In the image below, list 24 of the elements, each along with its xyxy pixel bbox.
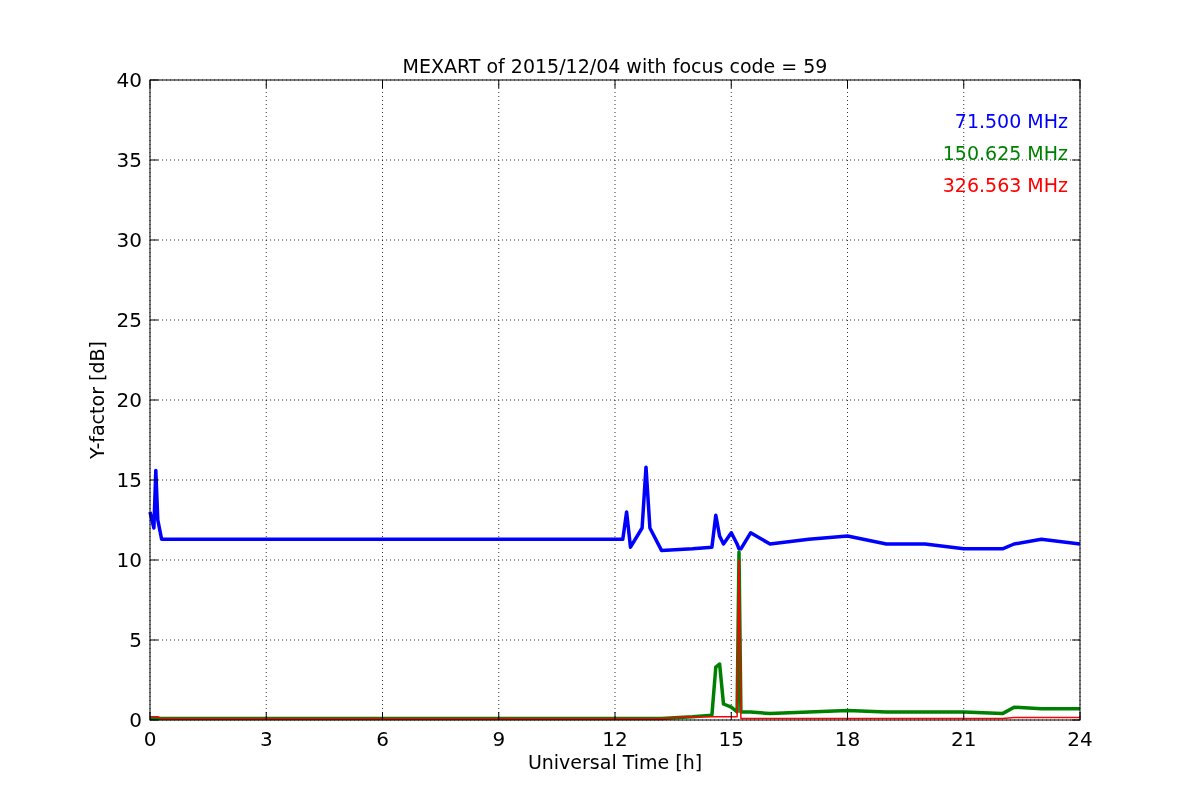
tick-label: 15 [116,468,142,492]
tick-label: 5 [129,628,142,652]
tick-label: 20 [116,388,142,412]
tick-label: 0 [129,708,142,732]
tick-label: 24 [1067,727,1093,751]
chart-title: MEXART of 2015/12/04 with focus code = 59 [402,55,828,77]
tick-label: 40 [116,68,142,92]
legend-label: 150.625 MHz [942,142,1068,164]
tick-label: 10 [116,548,142,572]
axis-label: Y-factor [dB] [86,341,108,459]
legend-label: 326.563 MHz [942,174,1068,196]
axis-label: Universal Time [h] [527,751,703,773]
legend-label: 71.500 MHz [954,110,1068,132]
tick-label: 3 [259,727,273,751]
tick-label: 35 [116,148,142,172]
tick-label: 30 [116,228,142,252]
tick-label: 21 [951,727,977,751]
tick-label: 9 [492,727,506,751]
tick-label: 25 [116,308,142,332]
tick-label: 0 [143,727,157,751]
tick-label: 18 [834,727,861,751]
tick-label: 6 [376,727,389,751]
tick-label: 15 [718,727,744,751]
tick-label: 12 [602,727,628,751]
